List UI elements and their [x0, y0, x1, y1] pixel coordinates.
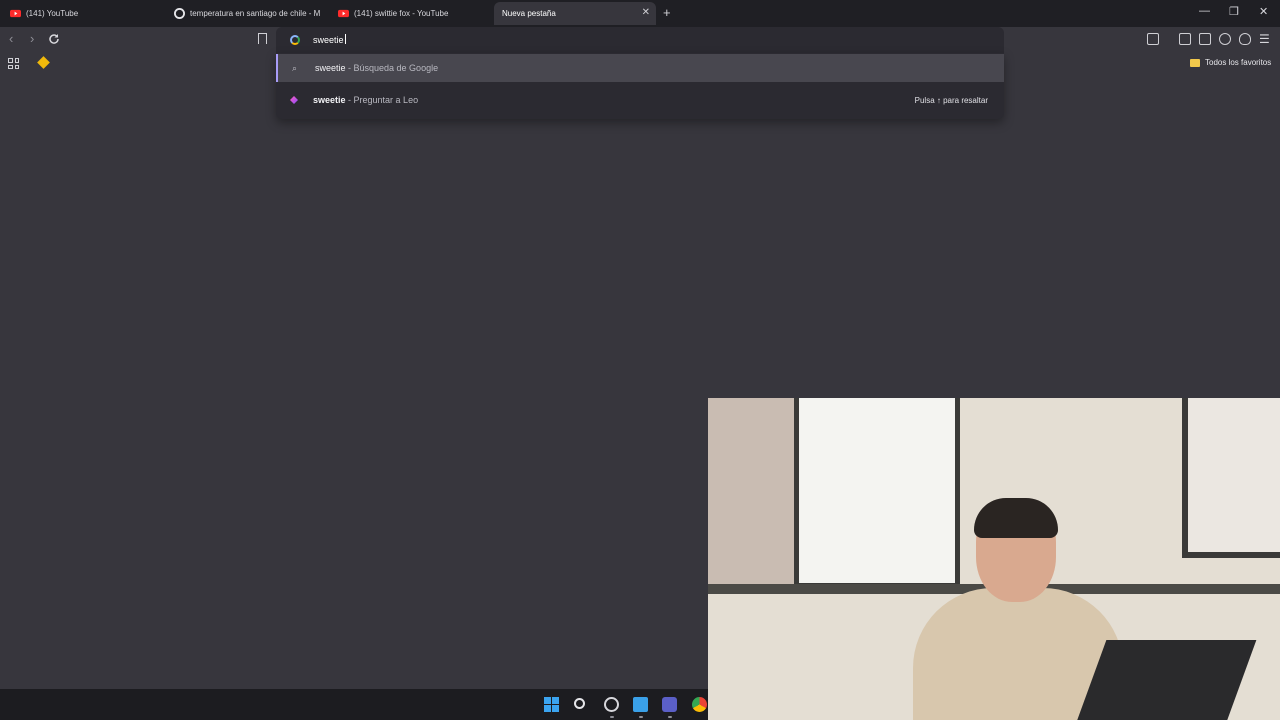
notepad-icon[interactable]	[633, 697, 648, 712]
reload-icon[interactable]	[48, 33, 60, 45]
bookmark-icon[interactable]	[258, 33, 267, 44]
back-arrow-icon[interactable]: ‹	[9, 31, 13, 46]
tab-title: Nueva pestaña	[502, 9, 556, 18]
person-hair	[974, 498, 1058, 538]
wallet-icon[interactable]	[1199, 33, 1211, 45]
tab-strip: (141) YouTube temperatura en santiago de…	[0, 0, 1280, 27]
close-window-button[interactable]: ✕	[1259, 5, 1268, 18]
text-caret	[344, 34, 346, 44]
address-bar[interactable]: sweetie	[276, 27, 1004, 53]
google-icon	[174, 8, 185, 19]
vpn-shield-icon[interactable]	[1239, 33, 1251, 45]
close-tab-icon[interactable]: ✕	[642, 7, 650, 18]
chatgpt-icon[interactable]	[604, 697, 619, 712]
tab-temperatura[interactable]: temperatura en santiago de chile - M	[174, 2, 324, 25]
leo-ai-icon[interactable]	[1219, 33, 1231, 45]
search-icon: ⌕	[292, 62, 298, 73]
suggestion-source: - Búsqueda de Google	[345, 63, 439, 73]
chrome-icon[interactable]	[692, 697, 707, 712]
sidebar-icon[interactable]	[1179, 33, 1191, 45]
windows-start-icon[interactable]	[544, 697, 559, 712]
suggestion-google-search[interactable]: ⌕ sweetie - Búsqueda de Google	[276, 54, 1004, 82]
running-indicator	[668, 716, 672, 718]
toolbar: ‹ › sweetie ☰	[0, 27, 1280, 53]
teams-icon[interactable]	[662, 697, 677, 712]
search-icon[interactable]	[574, 698, 585, 709]
omnibox-suggestions: ⌕ sweetie - Búsqueda de Google sweetie -…	[276, 53, 1004, 119]
apps-grid-icon[interactable]	[8, 58, 19, 69]
suggestion-term: sweetie	[315, 63, 346, 73]
google-icon	[290, 35, 300, 45]
window-right	[1182, 398, 1280, 558]
restore-button[interactable]: ❐	[1229, 5, 1239, 18]
brick-wall	[708, 398, 798, 588]
new-tab-button[interactable]: +	[663, 5, 671, 20]
binance-icon[interactable]	[37, 56, 50, 69]
youtube-icon	[10, 9, 21, 18]
tab-title: (141) YouTube	[26, 9, 79, 18]
forward-arrow-icon[interactable]: ›	[30, 31, 34, 46]
leo-icon	[290, 96, 298, 104]
webcam-overlay	[708, 398, 1280, 720]
taskbar	[0, 689, 708, 720]
reader-mode-icon[interactable]	[1147, 33, 1159, 45]
all-favorites-link[interactable]: Todos los favoritos	[1205, 58, 1271, 67]
laptop	[1073, 640, 1257, 720]
window-left	[794, 398, 960, 588]
menu-icon[interactable]: ☰	[1259, 32, 1270, 46]
running-indicator	[639, 716, 643, 718]
suggestion-ask-leo[interactable]: sweetie - Preguntar a Leo Pulsa ↑ para r…	[276, 86, 1004, 114]
youtube-icon	[338, 9, 349, 18]
tab-swittie-fox[interactable]: (141) swittie fox - YouTube	[338, 2, 488, 25]
minimize-button[interactable]: —	[1199, 5, 1210, 17]
address-input[interactable]: sweetie	[313, 34, 346, 45]
highlight-hint: Pulsa ↑ para resaltar	[914, 95, 988, 105]
tab-nueva-pestana[interactable]: Nueva pestaña ✕	[494, 2, 656, 25]
tab-title: temperatura en santiago de chile - M	[190, 9, 321, 18]
suggestion-term: sweetie	[313, 95, 346, 105]
running-indicator	[610, 716, 614, 718]
suggestion-source: - Preguntar a Leo	[345, 95, 419, 105]
tab-title: (141) swittie fox - YouTube	[354, 9, 449, 18]
tab-youtube[interactable]: (141) YouTube	[10, 2, 160, 25]
folder-icon	[1190, 59, 1200, 67]
